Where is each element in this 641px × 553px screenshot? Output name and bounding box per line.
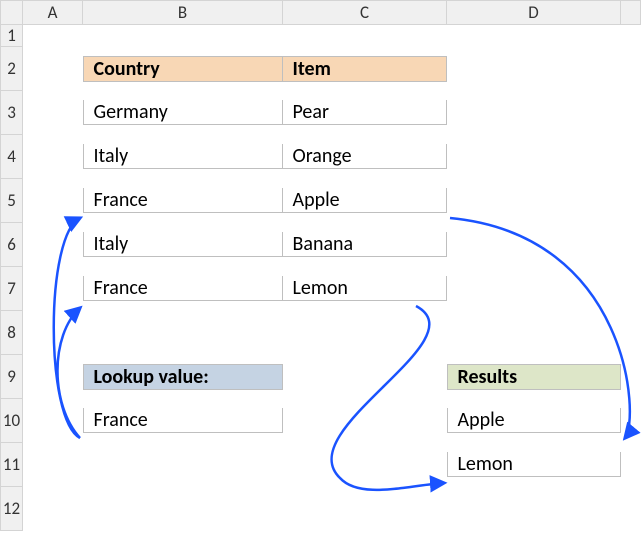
cell-D12[interactable]: [447, 487, 621, 531]
cell-A5[interactable]: [23, 179, 83, 223]
select-all-corner[interactable]: [1, 1, 23, 25]
row-header-11[interactable]: 11: [1, 443, 23, 487]
cell-D8[interactable]: [447, 311, 621, 355]
table1-r0-country: Germany: [83, 100, 283, 125]
cell-B5[interactable]: France: [83, 179, 283, 223]
table1-r3-item: Banana: [283, 232, 447, 257]
table1-r1-country: Italy: [83, 144, 283, 169]
cell-B12[interactable]: [83, 487, 283, 531]
row-header-12[interactable]: 12: [1, 487, 23, 531]
cell-D1[interactable]: [447, 25, 621, 47]
cell-C5[interactable]: Apple: [283, 179, 447, 223]
cell-C8[interactable]: [283, 311, 447, 355]
table1-r3-country: Italy: [83, 232, 283, 257]
cell-A7[interactable]: [23, 267, 83, 311]
cell-C1[interactable]: [283, 25, 447, 47]
spreadsheet-view: A B C D 1 2 Country Item 3 Germany Pear …: [0, 0, 641, 553]
cell-D2[interactable]: [447, 47, 621, 91]
col-header-A[interactable]: A: [23, 1, 83, 25]
table1-r2-item: Apple: [283, 188, 447, 213]
results-value-0: Apple: [447, 408, 621, 433]
cell-B8[interactable]: [83, 311, 283, 355]
cell-D4[interactable]: [447, 135, 621, 179]
cell-A3[interactable]: [23, 91, 83, 135]
table1-r2-country: France: [83, 188, 283, 213]
cell-A9[interactable]: [23, 355, 83, 399]
cell-C9[interactable]: [283, 355, 447, 399]
cell-A11[interactable]: [23, 443, 83, 487]
cell-C11[interactable]: [283, 443, 447, 487]
row-header-8[interactable]: 8: [1, 311, 23, 355]
col-header-B[interactable]: B: [83, 1, 283, 25]
cell-A2[interactable]: [23, 47, 83, 91]
cell-B2[interactable]: Country: [83, 47, 283, 91]
cell-A4[interactable]: [23, 135, 83, 179]
row-header-2[interactable]: 2: [1, 47, 23, 91]
cell-B6[interactable]: Italy: [83, 223, 283, 267]
lookup-label: Lookup value:: [83, 364, 283, 390]
row-header-4[interactable]: 4: [1, 135, 23, 179]
cell-C10[interactable]: [283, 399, 447, 443]
cell-C6[interactable]: Banana: [283, 223, 447, 267]
lookup-value: France: [83, 408, 283, 433]
cell-A12[interactable]: [23, 487, 83, 531]
table1-r4-country: France: [83, 276, 283, 301]
col-header-spill: [621, 1, 641, 25]
row-header-3[interactable]: 3: [1, 91, 23, 135]
cell-A10[interactable]: [23, 399, 83, 443]
cell-C3[interactable]: Pear: [283, 91, 447, 135]
cell-C7[interactable]: Lemon: [283, 267, 447, 311]
cell-D11[interactable]: Lemon: [447, 443, 621, 487]
cell-A8[interactable]: [23, 311, 83, 355]
cell-D5[interactable]: [447, 179, 621, 223]
results-label: Results: [447, 364, 621, 390]
cell-B4[interactable]: Italy: [83, 135, 283, 179]
cell-A1[interactable]: [23, 25, 83, 47]
cell-B7[interactable]: France: [83, 267, 283, 311]
table1-r0-item: Pear: [283, 100, 447, 125]
worksheet-grid: A B C D 1 2 Country Item 3 Germany Pear …: [0, 0, 641, 531]
cell-B10[interactable]: France: [83, 399, 283, 443]
results-value-1: Lemon: [447, 452, 621, 477]
cell-B9[interactable]: Lookup value:: [83, 355, 283, 399]
cell-D6[interactable]: [447, 223, 621, 267]
cell-C4[interactable]: Orange: [283, 135, 447, 179]
cell-B1[interactable]: [83, 25, 283, 47]
row-header-9[interactable]: 9: [1, 355, 23, 399]
col-header-D[interactable]: D: [447, 1, 621, 25]
row-header-10[interactable]: 10: [1, 399, 23, 443]
row-header-1[interactable]: 1: [1, 25, 23, 47]
cell-A6[interactable]: [23, 223, 83, 267]
cell-C2[interactable]: Item: [283, 47, 447, 91]
cell-D10[interactable]: Apple: [447, 399, 621, 443]
cell-B3[interactable]: Germany: [83, 91, 283, 135]
table1-r1-item: Orange: [283, 144, 447, 169]
table1-header-country: Country: [83, 56, 283, 82]
cell-D7[interactable]: [447, 267, 621, 311]
col-header-C[interactable]: C: [283, 1, 447, 25]
table1-header-item: Item: [283, 56, 447, 82]
table1-r4-item: Lemon: [283, 276, 447, 301]
row-header-5[interactable]: 5: [1, 179, 23, 223]
cell-C12[interactable]: [283, 487, 447, 531]
row-header-6[interactable]: 6: [1, 223, 23, 267]
row-header-7[interactable]: 7: [1, 267, 23, 311]
cell-D3[interactable]: [447, 91, 621, 135]
cell-D9[interactable]: Results: [447, 355, 621, 399]
cell-B11[interactable]: [83, 443, 283, 487]
